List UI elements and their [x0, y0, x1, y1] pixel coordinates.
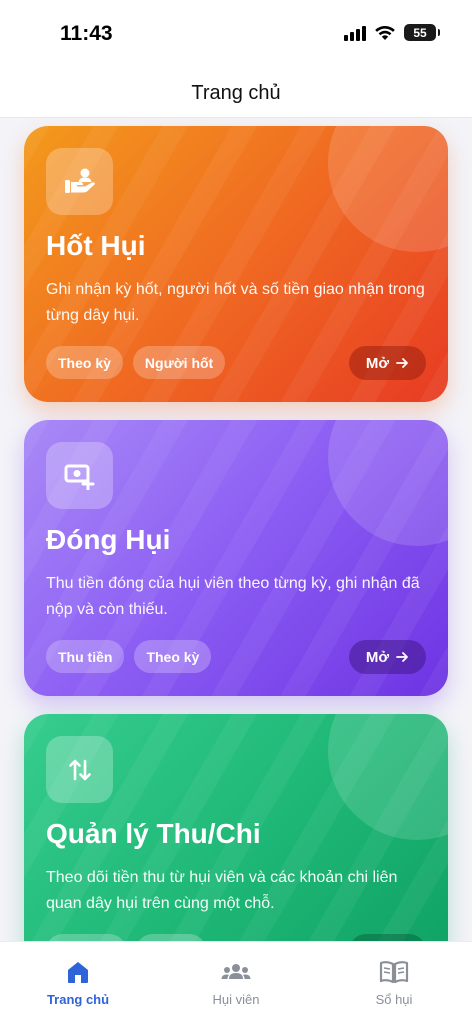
tab-bar: Trang chủ Hụi viên Sổ hụi [0, 941, 472, 1024]
chip [46, 934, 126, 941]
money-add-icon [46, 442, 113, 509]
card-title: Hốt Hụi [46, 230, 146, 261]
card-chips [46, 934, 206, 941]
card-title: Quản lý Thu/Chi [46, 818, 261, 849]
home-icon [68, 962, 88, 983]
arrow-right-icon [396, 358, 408, 368]
tab-label: Sổ hụi [375, 992, 413, 1007]
chip-theo-ky: Theo kỳ [46, 346, 123, 379]
signal-icon [344, 25, 366, 41]
card-quan-ly-thu-chi[interactable]: Quản lý Thu/Chi Theo dõi tiền thu từ hụi… [24, 714, 448, 941]
wifi-icon [375, 25, 395, 40]
nav-header: Trang chủ [0, 70, 472, 118]
people-icon [221, 964, 251, 979]
tab-label: Hụi viên [212, 992, 260, 1007]
book-icon [379, 961, 409, 984]
chip-thu-tien: Thu tiền [46, 640, 125, 673]
open-button[interactable] [349, 934, 426, 941]
battery-icon: 55 [404, 24, 440, 41]
status-time: 11:43 [60, 22, 113, 45]
open-button[interactable]: Mở [349, 640, 426, 674]
chip-theo-ky: Theo kỳ [134, 640, 212, 673]
main-content[interactable]: Hốt Hụi Ghi nhận kỳ hốt, người hốt và số… [0, 119, 472, 941]
open-button-label: Mở [365, 354, 390, 372]
chip-nguoi-hot: Người hốt [132, 346, 226, 379]
battery-level: 55 [413, 25, 427, 40]
card-title: Đóng Hụi [46, 524, 171, 555]
hand-receive-icon [46, 148, 113, 215]
card-dong-hui[interactable]: Đóng Hụi Thu tiền đóng của hụi viên theo… [24, 420, 448, 696]
page-title: Trang chủ [191, 82, 281, 104]
open-button[interactable]: Mở [349, 346, 426, 380]
arrow-right-icon [396, 652, 408, 662]
tab-home[interactable]: Trang chủ [23, 960, 133, 1007]
card-description: Ghi nhận kỳ hốt, người hốt và số tiền gi… [46, 281, 425, 324]
card-description: Thu tiền đóng của hụi viên theo từng kỳ,… [46, 575, 420, 618]
chip [136, 934, 206, 941]
card-chips: Thu tiền Theo kỳ [46, 640, 212, 673]
tab-hui-vien[interactable]: Hụi viên [181, 960, 291, 1007]
card-description: Theo dõi tiền thu từ hụi viên và các kho… [46, 869, 398, 912]
status-bar: 11:43 55 [0, 0, 472, 70]
transfer-arrows-icon [46, 736, 113, 803]
card-chips: Theo kỳ Người hốt [46, 346, 226, 379]
status-icons: 55 [344, 24, 440, 41]
card-hot-hui[interactable]: Hốt Hụi Ghi nhận kỳ hốt, người hốt và số… [24, 126, 448, 402]
open-button-label: Mở [365, 648, 390, 666]
tab-so-hui[interactable]: Sổ hụi [339, 960, 449, 1007]
tab-label: Trang chủ [46, 992, 110, 1007]
